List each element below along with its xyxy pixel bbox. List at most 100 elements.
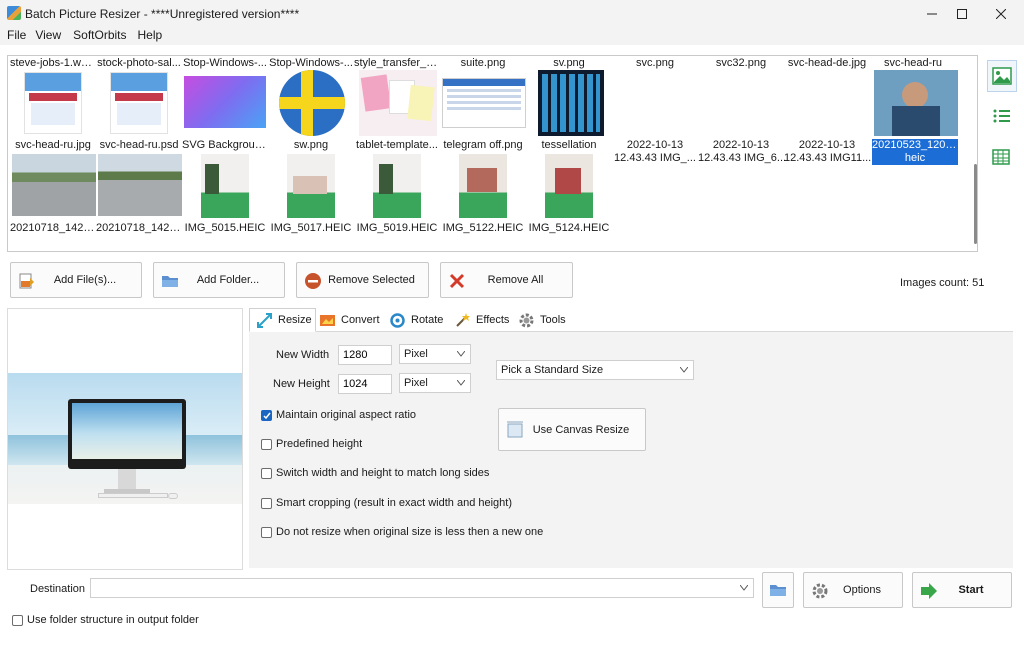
folder-structure-checkbox[interactable]: Use folder structure in output folder <box>12 614 199 626</box>
checkbox[interactable] <box>261 526 272 538</box>
start-button[interactable]: Start <box>912 572 1012 608</box>
file-name[interactable]: Stop-Windows-... <box>182 57 268 70</box>
add-folder-button[interactable]: Add Folder... <box>153 262 285 298</box>
file-name[interactable]: IMG_5122.HEIC <box>440 222 526 235</box>
thumbnail[interactable] <box>442 78 526 128</box>
thumbnail[interactable] <box>459 154 507 218</box>
thumbnail[interactable] <box>24 72 82 134</box>
check-icon <box>263 412 271 419</box>
thumbnail-view-button[interactable] <box>987 60 1017 92</box>
predefined-height-checkbox[interactable]: Predefined height <box>261 438 362 450</box>
file-name[interactable]: tessellation <box>526 139 612 152</box>
file-name[interactable]: sw.png <box>268 139 354 152</box>
width-unit-select[interactable]: Pixel <box>399 344 471 364</box>
file-name[interactable]: sv.png <box>526 57 612 70</box>
thumbnail[interactable] <box>279 70 345 136</box>
remove-all-button[interactable]: Remove All <box>440 262 573 298</box>
thumbnail[interactable] <box>359 70 437 136</box>
file-name[interactable]: IMG_5015.HEIC <box>182 222 268 235</box>
thumbnail[interactable] <box>98 154 182 216</box>
thumbnail[interactable] <box>874 70 958 136</box>
new-width-label: New Width <box>276 349 330 361</box>
file-name[interactable]: svc-head-ru.psd <box>96 139 182 152</box>
file-name[interactable]: svc32.png <box>698 57 784 70</box>
checkbox[interactable] <box>261 497 272 509</box>
file-name-selected[interactable]: 20210523_120702. heic <box>872 139 958 165</box>
add-file-icon <box>19 273 34 289</box>
chevron-down-icon <box>457 351 465 357</box>
tab-effects[interactable]: Effects <box>454 308 509 332</box>
file-name[interactable]: SVG Backgrounds <box>182 139 268 152</box>
file-name[interactable]: svc.png <box>612 57 698 70</box>
thumbnail[interactable] <box>201 154 249 218</box>
thumbnail[interactable] <box>373 154 421 218</box>
thumbnail[interactable] <box>12 154 96 216</box>
smart-cropping-checkbox[interactable]: Smart cropping (result in exact width an… <box>261 497 512 509</box>
file-name[interactable]: svc-head-ru.jpg <box>10 139 96 152</box>
file-name[interactable]: 20210718_14233... <box>96 222 182 235</box>
thumbnail[interactable] <box>287 154 335 218</box>
file-name[interactable]: tablet-template... <box>354 139 440 152</box>
canvas-resize-button[interactable]: Use Canvas Resize <box>498 408 646 451</box>
close-button[interactable] <box>978 0 1024 27</box>
minimize-icon <box>927 13 937 14</box>
file-name[interactable]: style_transfer_tes... <box>354 57 440 70</box>
standard-size-select[interactable]: Pick a Standard Size <box>496 360 694 380</box>
details-view-button[interactable] <box>987 143 1015 171</box>
gear-icon <box>519 313 534 327</box>
scrollbar-thumb[interactable] <box>974 164 977 244</box>
menu-view[interactable]: View <box>28 27 61 45</box>
image-icon <box>992 67 1012 85</box>
folder-icon <box>770 585 786 596</box>
file-name[interactable]: telegram off.png <box>440 139 526 152</box>
file-name[interactable]: steve-jobs-1.we... <box>10 57 96 70</box>
thumbnail[interactable] <box>110 72 168 134</box>
tab-convert[interactable]: Convert <box>319 308 380 332</box>
menu-softorbits[interactable]: SoftOrbits <box>66 27 126 45</box>
tab-tools[interactable]: Tools <box>518 308 566 332</box>
no-resize-smaller-checkbox[interactable]: Do not resize when original size is less… <box>261 526 543 538</box>
switch-sides-checkbox[interactable]: Switch width and height to match long si… <box>261 467 489 479</box>
magic-wand-icon <box>456 312 470 327</box>
convert-icon <box>320 314 335 326</box>
app-icon <box>7 6 21 20</box>
checkbox[interactable] <box>12 614 23 626</box>
options-button[interactable]: Options <box>803 572 903 608</box>
tab-rotate[interactable]: Rotate <box>389 308 443 332</box>
file-name[interactable]: 2022-10-13 12.43.43 IMG11... <box>784 139 871 165</box>
aspect-ratio-checkbox[interactable]: Maintain original aspect ratio <box>261 409 416 421</box>
chevron-down-icon <box>457 380 465 386</box>
file-name[interactable]: svc-head-de.jpg <box>784 57 870 70</box>
list-view-button[interactable] <box>988 102 1016 130</box>
file-name[interactable]: IMG_5124.HEIC <box>526 222 612 235</box>
file-name[interactable]: IMG_5019.HEIC <box>354 222 440 235</box>
file-name[interactable]: IMG_5017.HEIC <box>268 222 354 235</box>
file-name[interactable]: suite.png <box>440 57 526 70</box>
thumbnail[interactable] <box>538 70 604 136</box>
add-files-button[interactable]: Add File(s)... <box>10 262 142 298</box>
file-name[interactable]: Stop-Windows-... <box>268 57 354 70</box>
file-list[interactable]: steve-jobs-1.we... stock-photo-sal... St… <box>7 55 978 252</box>
menu-file[interactable]: File <box>0 27 26 45</box>
remove-icon <box>305 273 321 289</box>
menu-help[interactable]: Help <box>131 27 163 45</box>
file-name[interactable]: stock-photo-sal... <box>96 57 182 70</box>
browse-folder-button[interactable] <box>762 572 794 608</box>
file-name[interactable]: 20210718_14213... <box>10 222 96 235</box>
height-unit-select[interactable]: Pixel <box>399 373 471 393</box>
remove-selected-button[interactable]: Remove Selected <box>296 262 429 298</box>
checkbox[interactable] <box>261 438 272 450</box>
new-width-input[interactable] <box>338 345 392 365</box>
destination-input[interactable] <box>90 578 754 598</box>
tab-resize[interactable]: Resize <box>249 308 316 332</box>
file-name[interactable]: 2022-10-13 12.43.43 IMG_6... <box>698 139 786 165</box>
canvas-icon <box>507 421 523 438</box>
file-name[interactable]: svc-head-ru <box>870 57 956 70</box>
new-height-input[interactable] <box>338 374 392 394</box>
checkbox-checked[interactable] <box>261 409 272 421</box>
list-icon <box>993 109 1010 123</box>
thumbnail[interactable] <box>545 154 593 218</box>
checkbox[interactable] <box>261 467 272 479</box>
file-name[interactable]: 2022-10-13 12.43.43 IMG_... <box>612 139 698 165</box>
thumbnail[interactable] <box>184 76 266 128</box>
